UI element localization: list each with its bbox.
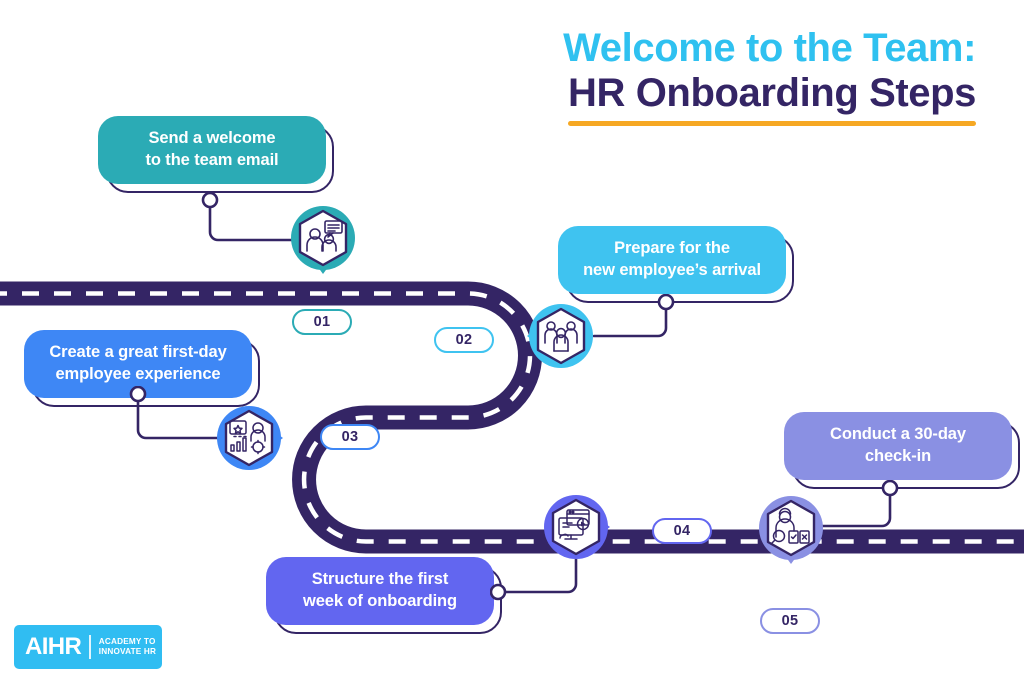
step-number-pill-01: 01: [292, 309, 352, 335]
step-badge-05[interactable]: [754, 493, 828, 567]
logo-tagline-line-2: INNOVATE HR: [98, 647, 157, 656]
step-text-line-2: to the team email: [145, 151, 279, 169]
title-line-1: Welcome to the Team:: [563, 26, 976, 70]
step-text-line-2: employee experience: [55, 365, 221, 383]
step-text-line-2: check-in: [864, 447, 932, 465]
page-title: Welcome to the Team: HR Onboarding Steps: [563, 26, 976, 126]
step-number-pill-05: 05: [760, 608, 820, 634]
step-badge-02[interactable]: [524, 299, 598, 373]
step-card-01[interactable]: Send a welcome to the team email: [98, 116, 334, 193]
step-text-line-2: new employee’s arrival: [583, 261, 761, 279]
step-text-line-2: week of onboarding: [302, 592, 458, 610]
step-badge-03[interactable]: [212, 401, 286, 475]
step-number-pill-02: 02: [434, 327, 494, 353]
card-body[interactable]: Conduct a 30-day check-in: [784, 412, 1012, 480]
step-number-pill-04: 04: [652, 518, 712, 544]
step-text-line-1: Create a great first-day: [49, 343, 227, 362]
step-number-text: 01: [313, 314, 331, 330]
step-number-text: 02: [455, 332, 473, 348]
logo-tagline: ACADEMY TO INNOVATE HR: [99, 637, 156, 658]
infographic-canvas: Welcome to the Team: HR Onboarding Steps…: [0, 0, 1024, 680]
step-text-line-1: Structure the first: [311, 570, 449, 589]
logo-divider: [89, 635, 91, 659]
step-number-text: 04: [673, 523, 691, 539]
title-line-2-group: HR Onboarding Steps: [568, 71, 976, 126]
step-number-text: 05: [781, 613, 799, 629]
step-card-text: Send a welcome to the team email: [131, 128, 292, 172]
step-card-02[interactable]: Prepare for the new employee’s arrival: [558, 226, 794, 303]
step-card-text: Conduct a 30-day check-in: [816, 424, 980, 468]
step-badge-04[interactable]: [539, 490, 613, 564]
step-card-04[interactable]: Structure the first week of onboarding: [266, 557, 502, 634]
logo-tagline-line-1: ACADEMY TO: [98, 636, 156, 646]
step-badge-01[interactable]: [286, 203, 360, 277]
step-card-05[interactable]: Conduct a 30-day check-in: [784, 412, 1020, 489]
title-underline: [568, 120, 976, 126]
title-line-2: HR Onboarding Steps: [568, 70, 976, 115]
logo-wordmark: AIHR: [25, 633, 82, 660]
step-number-pill-03: 03: [320, 424, 380, 450]
step-text-line-1: Prepare for the: [614, 239, 730, 258]
step-card-text: Create a great first-day employee experi…: [35, 342, 240, 386]
aihr-logo[interactable]: AIHR ACADEMY TO INNOVATE HR: [14, 625, 162, 669]
step-text-line-1: Send a welcome: [148, 129, 276, 148]
connector-step-02: [592, 294, 675, 338]
card-body[interactable]: Send a welcome to the team email: [98, 116, 326, 184]
step-card-text: Prepare for the new employee’s arrival: [569, 238, 775, 282]
step-text-line-1: Conduct a 30-day: [830, 425, 966, 444]
card-body[interactable]: Structure the first week of onboarding: [266, 557, 494, 625]
step-card-text: Structure the first week of onboarding: [289, 569, 471, 613]
step-number-text: 03: [341, 429, 359, 445]
card-body[interactable]: Prepare for the new employee’s arrival: [558, 226, 786, 294]
